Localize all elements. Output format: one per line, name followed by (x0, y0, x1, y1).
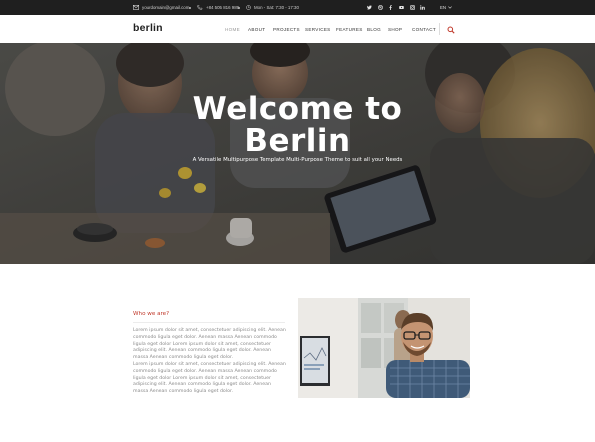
clock-icon (246, 5, 251, 10)
language-label: EN (440, 5, 447, 10)
nav-features[interactable]: FEATURES (336, 15, 363, 43)
opening-hours: Mon - Sat: 7:30 - 17:30 (246, 0, 299, 15)
nav-projects[interactable]: PROJECTS (273, 15, 300, 43)
about-paragraph-2: Lorem ipsum dolor sit amet, consectetuer… (133, 362, 286, 395)
separator-dot (238, 6, 240, 9)
hero-title-line2: Berlin (244, 123, 351, 159)
twitter-icon[interactable] (365, 0, 373, 15)
dribbble-icon[interactable] (376, 0, 384, 15)
hero-subtitle: A Versatile Multipurpose Template Multi-… (192, 157, 403, 163)
hours-text: Mon - Sat: 7:30 - 17:30 (254, 5, 299, 10)
email-icon (133, 5, 139, 10)
nav-blog[interactable]: BLOG (367, 15, 381, 43)
email-text: yourdomain@gmail.com (142, 5, 190, 10)
section-divider (133, 322, 285, 323)
nav-shop[interactable]: SHOP (388, 15, 402, 43)
section-heading: Who we are? (133, 311, 170, 317)
instagram-icon[interactable] (408, 0, 416, 15)
nav-services[interactable]: SERVICES (305, 15, 331, 43)
about-photo (298, 298, 470, 398)
nav-home[interactable]: HOME (225, 15, 240, 43)
nav-divider (439, 23, 440, 35)
youtube-icon[interactable] (397, 0, 405, 15)
about-paragraph-1: Lorem ipsum dolor sit amet, consectetuer… (133, 328, 286, 361)
linkedin-icon[interactable] (418, 0, 426, 15)
hero-banner: Welcome to Berlin A Versatile Multipurpo… (0, 43, 595, 264)
top-bar: yourdomain@gmail.com +84 505 816 989 Mon… (0, 0, 595, 15)
facebook-icon[interactable] (386, 0, 394, 15)
main-navbar: berlin HOME ABOUT PROJECTS SERVICES FEAT… (0, 15, 595, 44)
chevron-down-icon (448, 6, 452, 9)
email-contact[interactable]: yourdomain@gmail.com (133, 0, 189, 15)
separator-dot (189, 6, 191, 9)
phone-contact[interactable]: +84 505 816 989 (197, 0, 239, 15)
search-icon[interactable] (447, 26, 455, 34)
site-logo[interactable]: berlin (133, 22, 163, 34)
nav-about[interactable]: ABOUT (248, 15, 265, 43)
language-selector[interactable]: EN (440, 0, 452, 15)
nav-contact[interactable]: CONTACT (412, 15, 436, 43)
phone-text: +84 505 816 989 (206, 5, 240, 10)
phone-icon (197, 5, 203, 10)
office-man-image (298, 298, 470, 398)
hero-title-line1: Welcome to (192, 91, 403, 127)
